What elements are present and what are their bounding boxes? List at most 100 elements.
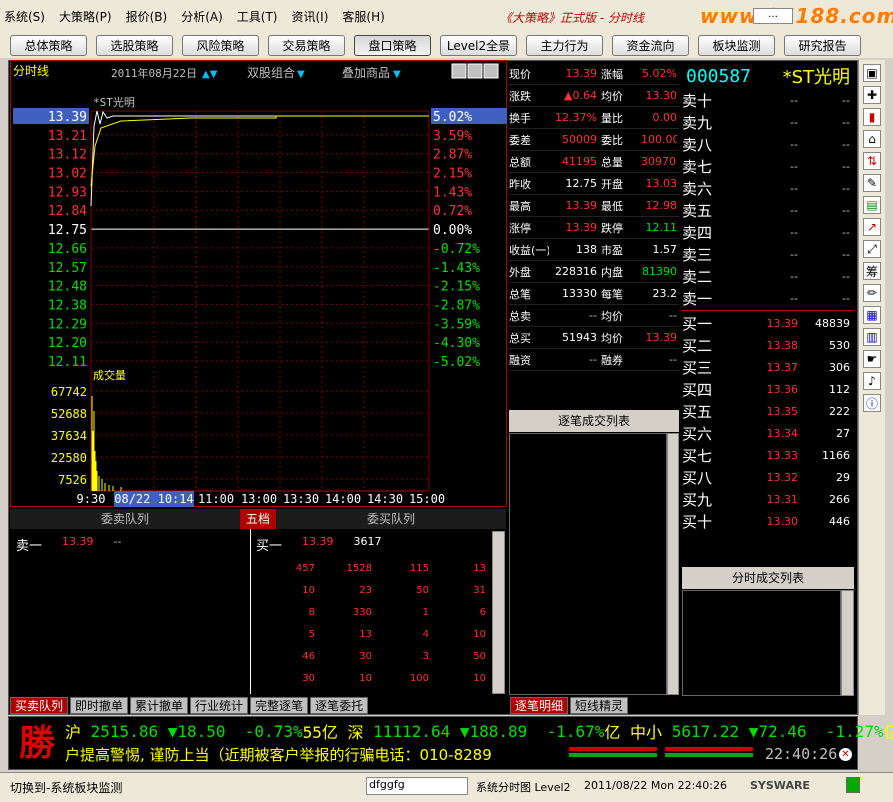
- book-volume: 222: [829, 404, 850, 418]
- quote-cell: 23.2: [652, 287, 678, 300]
- menu-item[interactable]: 报价(B): [126, 8, 168, 25]
- bottom-tab[interactable]: 短线精灵: [570, 697, 629, 714]
- book-row: 卖八 -- --: [682, 133, 854, 155]
- book-price: 13.35: [766, 404, 799, 418]
- quote-cell: 跌停: [601, 221, 623, 235]
- book-volume: 306: [829, 360, 850, 374]
- toolbar-button[interactable]: 盘口策略: [354, 34, 431, 56]
- pct-tick: -3.59%: [433, 317, 480, 332]
- book-price: --: [790, 159, 798, 173]
- quote-row: 外盘 228316 内盘 81390: [509, 261, 679, 283]
- book-volume: --: [842, 225, 850, 239]
- toolbar-button[interactable]: 资金流向: [612, 34, 689, 56]
- menu-item[interactable]: 客服(H): [342, 8, 384, 25]
- buy-book: 买一 13.39 48839 买二 13.38 530 买三 13.37 306 买四 13.36 1…: [682, 312, 854, 532]
- speaker-icon[interactable]: ♪: [863, 372, 881, 390]
- zoom-icon[interactable]: ⤢: [863, 240, 881, 258]
- queue-row: 8 330 1 6: [258, 601, 488, 623]
- queue-row: 457 1528 115 13: [258, 557, 488, 579]
- menu-item[interactable]: 资讯(I): [291, 8, 328, 25]
- hand-icon[interactable]: ☛: [863, 350, 881, 368]
- menu-item[interactable]: 工具(T): [237, 8, 278, 25]
- queue-cell: 8: [308, 606, 315, 618]
- toolbar-button[interactable]: 研究报告: [784, 34, 861, 56]
- book-row: 买五 13.35 222: [682, 400, 854, 422]
- volume-tick: 52688: [51, 407, 87, 421]
- quote-cell: --: [589, 353, 597, 366]
- bottom-tab[interactable]: 累计撤单: [130, 697, 189, 714]
- bottom-tab[interactable]: 即时撤单: [70, 697, 129, 714]
- chart-icon[interactable]: ▮: [863, 108, 881, 126]
- bar-icon[interactable]: ▤: [863, 196, 881, 214]
- time-tick: 14:30: [367, 492, 403, 506]
- toolbar-button[interactable]: 板块监测: [698, 34, 775, 56]
- window-icon[interactable]: ▣: [863, 64, 881, 82]
- book-price: --: [790, 203, 798, 217]
- stock-name: *ST光明: [782, 67, 850, 88]
- quote-cell: 13.39: [565, 221, 598, 234]
- quote-cell: --: [669, 309, 677, 322]
- quote-row: 总卖 -- 均价 --: [509, 305, 679, 327]
- bottom-tab[interactable]: 买卖队列: [10, 697, 69, 714]
- book-price: --: [790, 137, 798, 151]
- queue-scrollbar[interactable]: [492, 531, 505, 694]
- quote-row: 委差 50009 委比 100.00%: [509, 129, 679, 151]
- logo-button[interactable]: …: [753, 8, 793, 24]
- trend-icon[interactable]: ↗: [863, 218, 881, 236]
- stock-label: *ST光明: [93, 95, 135, 109]
- bottom-tab[interactable]: 行业统计: [190, 697, 249, 714]
- bottom-tab[interactable]: 完整逐笔: [250, 697, 309, 714]
- toolbar-button[interactable]: 风险策略: [182, 34, 259, 56]
- quote-cell: ▲0.64: [564, 89, 597, 102]
- info-icon[interactable]: ⓘ: [863, 394, 881, 412]
- book-volume: 29: [836, 470, 850, 484]
- move-icon[interactable]: [451, 63, 467, 79]
- toolbar-button[interactable]: Level2全景: [440, 34, 517, 56]
- toolbar-button[interactable]: 总体策略: [10, 34, 87, 56]
- menu-item[interactable]: 大策略(P): [59, 8, 112, 25]
- quote-cell: 现价: [509, 67, 531, 81]
- bottom-tabs-2: 逐笔明细 短线精灵: [510, 694, 680, 714]
- close-icon[interactable]: ✕: [839, 748, 852, 761]
- table-icon[interactable]: ▥: [863, 328, 881, 346]
- queue-cell: 3: [422, 650, 429, 662]
- search-icon[interactable]: [483, 63, 499, 79]
- trade-list-scrollbar[interactable]: [667, 433, 679, 695]
- up-down-icon[interactable]: ⇅: [863, 152, 881, 170]
- toolbar-button[interactable]: 选股策略: [96, 34, 173, 56]
- toolbar-button[interactable]: 主力行为: [526, 34, 603, 56]
- book-row: 卖六 -- --: [682, 177, 854, 199]
- chart-svg: 分时线 2011年08月22日 ▲▼ 双股组合 ▼ 叠加商品 ▼13.39 5.02%13.2…: [13, 63, 507, 507]
- book-level: 买三: [682, 358, 713, 377]
- crosshair-icon[interactable]: ✚: [863, 86, 881, 104]
- book-volume: --: [842, 203, 850, 217]
- average-line: [90, 115, 429, 187]
- queue-cell: 330: [352, 606, 372, 618]
- stock-code: 000587: [686, 65, 752, 87]
- price-tick: 12.38: [48, 298, 87, 313]
- quote-row: 总买 51943 均价 13.39: [509, 327, 679, 349]
- tools-icon[interactable]: ✎: [863, 174, 881, 192]
- quote-cell: 309707: [641, 155, 677, 168]
- queue-cell: 30: [302, 672, 315, 684]
- grid-icon[interactable]: ▦: [863, 306, 881, 324]
- queue-row: 46 30 3 50: [258, 645, 488, 667]
- toolbar-button[interactable]: 交易策略: [268, 34, 345, 56]
- bottom-tab[interactable]: 逐笔明细: [510, 697, 569, 714]
- level5-tab[interactable]: 五档: [240, 509, 276, 529]
- bottom-tab[interactable]: 逐笔委托: [310, 697, 369, 714]
- menu-item[interactable]: 系统(S): [4, 8, 45, 25]
- pen-icon[interactable]: ✏: [863, 284, 881, 302]
- status-input[interactable]: dfggfg: [366, 777, 468, 795]
- quote-cell: 0.00: [652, 111, 678, 124]
- home-icon[interactable]: ⌂: [863, 130, 881, 148]
- quote-row: 总笔 13330 每笔 23.2: [509, 283, 679, 305]
- book-price: --: [790, 181, 798, 195]
- queue-cell: 46: [302, 650, 315, 662]
- time-cursor-label: 08/22 10:14: [114, 492, 193, 506]
- book-price: 13.37: [766, 360, 799, 374]
- chip-icon[interactable]: 筹: [863, 262, 881, 280]
- minute-list-scrollbar[interactable]: [841, 590, 854, 696]
- menu-item[interactable]: 分析(A): [181, 8, 223, 25]
- pin-icon[interactable]: [467, 63, 483, 79]
